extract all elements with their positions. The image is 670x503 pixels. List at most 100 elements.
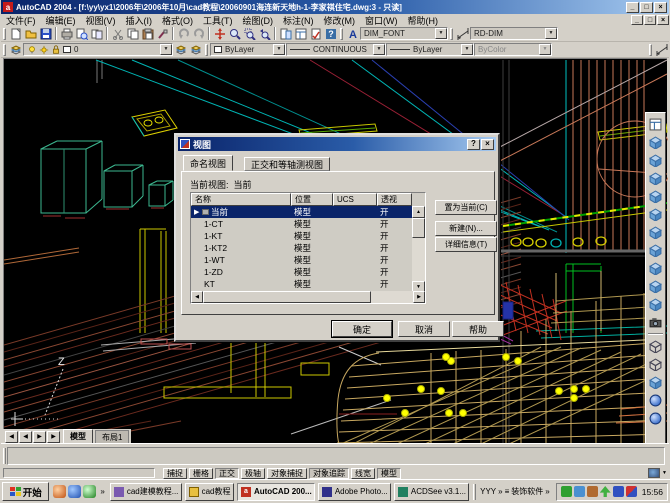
scrollbar-thumb[interactable] (203, 291, 371, 303)
menu-view[interactable]: 视图(V) (81, 14, 121, 26)
quick-launch-icon-1[interactable] (53, 485, 66, 498)
statusbar-menu-arrow-icon[interactable]: ▼ (662, 470, 667, 476)
top-view-icon[interactable] (647, 133, 664, 151)
named-views-icon[interactable] (647, 115, 664, 133)
layer-combo[interactable]: 0 ▼ (23, 43, 173, 56)
toolbar-grip[interactable] (649, 44, 652, 56)
command-window-grip[interactable] (3, 448, 6, 464)
print-preview-button[interactable] (74, 27, 89, 41)
flat-shaded-icon[interactable] (647, 391, 664, 409)
toolbar-chevron-icon[interactable]: » (498, 487, 502, 496)
dropdown-arrow-icon[interactable]: ▼ (461, 44, 473, 55)
copy-button[interactable] (125, 27, 140, 41)
set-current-button[interactable]: 置为当前(C) (435, 200, 497, 215)
menu-dimension[interactable]: 标注(N) (278, 14, 319, 26)
menu-format[interactable]: 格式(O) (157, 14, 198, 26)
vertical-scrollbar[interactable]: ▲ ▼ (412, 206, 425, 293)
scroll-left-icon[interactable]: ◀ (191, 291, 203, 303)
quick-launch-icon-2[interactable] (68, 485, 81, 498)
minimize-button[interactable]: _ (626, 2, 639, 13)
camera-icon[interactable] (647, 313, 664, 331)
layer-previous-button[interactable] (188, 43, 203, 57)
cancel-button[interactable]: 取消 (398, 321, 450, 337)
toggle-grid[interactable]: 栅格 (189, 468, 213, 479)
task-acdsee[interactable]: ACDSee v3.1... (394, 483, 469, 501)
list-row[interactable]: 1-KT 模型 开 (191, 230, 412, 242)
menu-file[interactable]: 文件(F) (1, 14, 41, 26)
dropdown-arrow-icon[interactable]: ▼ (435, 28, 447, 39)
task-adobe-photoshop[interactable]: Adobe Photo... (318, 483, 391, 501)
task-cad-modeling-tutorial[interactable]: cad建模教程... (110, 483, 182, 501)
zoom-previous-button[interactable] (257, 27, 272, 41)
quick-launch-chevron-icon[interactable]: » (100, 487, 104, 496)
list-row[interactable]: 1-CT 模型 开 (191, 218, 412, 230)
communication-center-icon[interactable] (648, 468, 660, 478)
quick-launch-icon-3[interactable] (83, 485, 96, 498)
paste-button[interactable] (140, 27, 155, 41)
first-tab-button[interactable]: ◀ (5, 431, 18, 443)
toolbar-grip[interactable] (205, 44, 208, 56)
gouraud-shaded-icon[interactable] (647, 409, 664, 427)
toolbar-grip[interactable] (450, 28, 453, 40)
lineweight-combo[interactable]: ByLayer ▼ (386, 43, 474, 56)
color-combo[interactable]: ByLayer ▼ (210, 43, 286, 56)
toolbar-chevron-icon[interactable]: » (545, 487, 549, 496)
tray-icon-6[interactable] (626, 486, 637, 497)
dim-style-combo[interactable]: RD-DIM ▼ (470, 27, 558, 40)
menu-window[interactable]: 窗口(W) (360, 14, 403, 26)
scrollbar-thumb[interactable] (412, 218, 425, 238)
close-button[interactable]: × (654, 2, 667, 13)
dropdown-arrow-icon[interactable]: ▼ (373, 44, 385, 55)
list-row[interactable]: 1-ZD 模型 开 (191, 266, 412, 278)
toggle-osnap[interactable]: 对象捕捉 (267, 468, 307, 479)
toggle-snap[interactable]: 捕捉 (163, 468, 187, 479)
plot-button[interactable] (59, 27, 74, 41)
tray-icon-3[interactable] (587, 486, 598, 497)
toggle-lineweight[interactable]: 线宽 (351, 468, 375, 479)
task-cad-tutorial-folder[interactable]: cad教程 (185, 483, 234, 501)
dropdown-arrow-icon[interactable]: ▼ (545, 28, 557, 39)
desk-toolbar-yyy[interactable]: YYY (480, 487, 496, 496)
tab-model[interactable]: 模型 (63, 429, 93, 443)
toggle-otrack[interactable]: 对象追踪 (309, 468, 349, 479)
2d-wireframe-icon[interactable] (647, 337, 664, 355)
layer-on-bulb-icon[interactable] (27, 45, 37, 55)
menu-draw[interactable]: 绘图(D) (238, 14, 279, 26)
menu-help[interactable]: 帮助(H) (403, 14, 444, 26)
help-button[interactable] (323, 27, 338, 41)
toggle-polar[interactable]: 极轴 (241, 468, 265, 479)
toggle-model[interactable]: 模型 (377, 468, 401, 479)
list-row[interactable]: KT 模型 开 (191, 278, 412, 290)
markup-button[interactable] (308, 27, 323, 41)
zoom-realtime-button[interactable] (227, 27, 242, 41)
cut-button[interactable] (110, 27, 125, 41)
undo-button[interactable] (176, 27, 191, 41)
bottom-view-icon[interactable] (647, 151, 664, 169)
front-view-icon[interactable] (647, 205, 664, 223)
doc-close-button[interactable]: × (657, 15, 669, 25)
zoom-window-button[interactable] (242, 27, 257, 41)
doc-restore-button[interactable]: □ (644, 15, 656, 25)
make-object-layer-current-button[interactable] (173, 43, 188, 57)
back-view-icon[interactable] (647, 223, 664, 241)
taskbar-divider[interactable] (473, 484, 476, 500)
menu-insert[interactable]: 插入(I) (121, 14, 158, 26)
list-row-current[interactable]: ▶ 当前 模型 开 (191, 206, 412, 218)
menu-tools[interactable]: 工具(T) (198, 14, 238, 26)
dropdown-arrow-icon[interactable]: ▼ (160, 44, 172, 55)
dialog-help-button[interactable]: ? (467, 139, 480, 150)
open-button[interactable] (23, 27, 38, 41)
layer-manager-button[interactable] (8, 43, 23, 57)
details-button[interactable]: 详细信息(T) (435, 237, 497, 252)
next-tab-button[interactable]: ▶ (33, 431, 46, 443)
layer-freeze-sun-icon[interactable] (39, 45, 49, 55)
help-button-dialog[interactable]: 帮助 (452, 321, 504, 337)
toolbar-grip[interactable] (3, 44, 6, 56)
list-row[interactable]: 1-KT2 模型 开 (191, 242, 412, 254)
desk-toolbar-decor-software[interactable]: 装饰软件 (511, 486, 543, 497)
right-view-icon[interactable] (647, 187, 664, 205)
toggle-ortho[interactable]: 正交 (215, 468, 239, 479)
command-input[interactable] (7, 447, 665, 465)
text-style-combo[interactable]: DIM_FONT ▼ (360, 27, 448, 40)
menu-edit[interactable]: 编辑(E) (41, 14, 81, 26)
